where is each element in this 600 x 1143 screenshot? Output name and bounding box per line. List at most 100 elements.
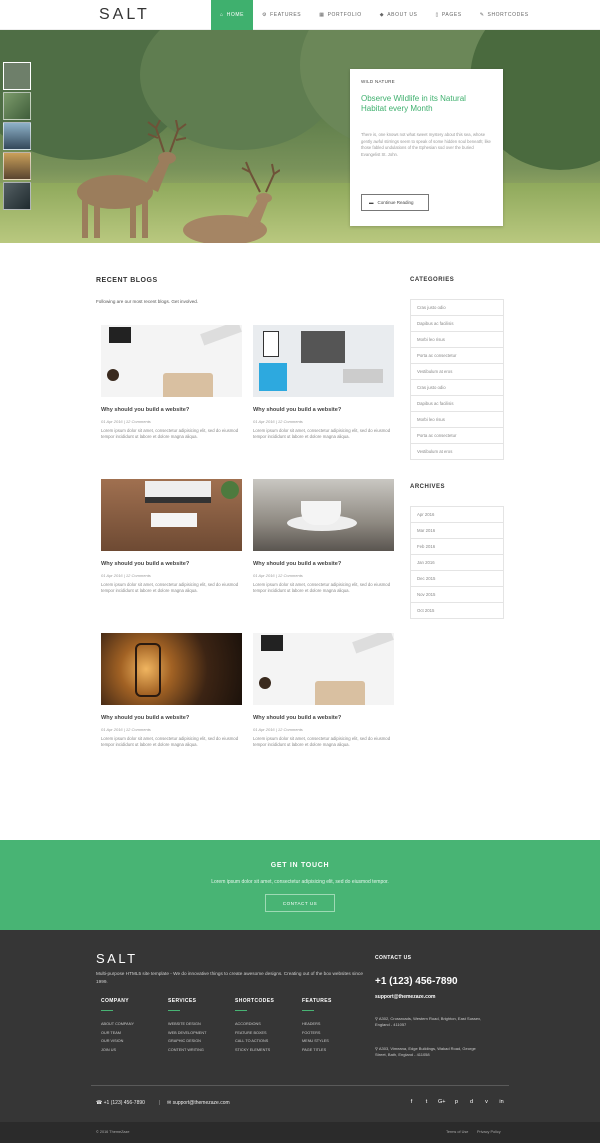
archive-item[interactable]: Apr 2016: [410, 507, 504, 523]
footer-link[interactable]: STICKY ELEMENTS: [235, 1046, 295, 1055]
hero-title[interactable]: Observe Wildlife in its Natural Habitat …: [361, 94, 492, 114]
footer-link[interactable]: JOIN US: [101, 1046, 161, 1055]
archive-item[interactable]: Nov 2015: [410, 587, 504, 603]
phone-shape: [261, 635, 283, 651]
blog-card-image[interactable]: [253, 633, 394, 705]
footer-bottom-email[interactable]: ✉ support@themezaze.com: [167, 1100, 230, 1106]
footer-column-title: FEATURES: [302, 998, 332, 1004]
nav-shortcodes[interactable]: ✎ SHORTCODES: [471, 0, 538, 30]
google-plus-icon[interactable]: G+: [438, 1099, 446, 1105]
facebook-icon[interactable]: f: [408, 1099, 415, 1105]
slider-thumb[interactable]: [3, 182, 31, 210]
footer-phone[interactable]: +1 (123) 456-7890: [375, 976, 458, 987]
blog-card-image[interactable]: [101, 633, 242, 705]
category-item[interactable]: Dapibus ac facilisis: [410, 316, 504, 332]
category-item[interactable]: Morbi leo risus: [410, 412, 504, 428]
footer-link[interactable]: CALL TO ACTIONS: [235, 1037, 295, 1046]
continue-reading-button[interactable]: ▬ Continue Reading: [361, 194, 429, 211]
title-underline: [302, 1010, 314, 1011]
laptop-shape: [163, 373, 213, 397]
slider-thumb[interactable]: [3, 62, 31, 90]
slider-thumb[interactable]: [3, 122, 31, 150]
footer-contact-title: CONTACT US: [375, 955, 412, 961]
get-in-touch-section: GET IN TOUCH Lorem ipsum dolor sit amet,…: [0, 840, 600, 930]
category-item[interactable]: Porta ac consectetur: [410, 348, 504, 364]
footer-column-title: COMPANY: [101, 998, 129, 1004]
archive-item[interactable]: Jan 2016: [410, 555, 504, 571]
archive-item[interactable]: Mar 2016: [410, 523, 504, 539]
category-item[interactable]: Vestibulum at eros: [410, 444, 504, 460]
footer-link[interactable]: ABOUT COMPANY: [101, 1020, 161, 1029]
blog-card-title[interactable]: Why should you build a website?: [101, 715, 242, 721]
contact-us-button[interactable]: CONTACT US: [265, 894, 335, 912]
footer-link[interactable]: ACCORDIONS: [235, 1020, 295, 1029]
blog-card-title[interactable]: Why should you build a website?: [101, 407, 242, 413]
blog-card-title[interactable]: Why should you build a website?: [253, 561, 394, 567]
terms-link[interactable]: Terms of Use: [446, 1130, 468, 1134]
category-item[interactable]: Dapibus ac facilisis: [410, 396, 504, 412]
slider-thumb[interactable]: [3, 92, 31, 120]
linkedin-icon[interactable]: in: [498, 1099, 505, 1105]
twitter-icon[interactable]: t: [423, 1099, 430, 1105]
blog-card-title[interactable]: Why should you build a website?: [253, 407, 394, 413]
nav-features[interactable]: ⚙ FEATURES: [253, 0, 310, 30]
blog-card-image[interactable]: [253, 479, 394, 551]
footer-logo[interactable]: SALT: [96, 951, 138, 966]
lantern-shape: [135, 643, 161, 697]
title-underline: [168, 1010, 180, 1011]
archive-item[interactable]: Oct 2015: [410, 603, 504, 619]
footer-link[interactable]: FEATURE BOXES: [235, 1029, 295, 1038]
pinterest-icon[interactable]: p: [453, 1099, 460, 1105]
site-footer: SALT Multi-purpose HTML5 site template -…: [0, 930, 600, 1143]
footer-link[interactable]: PAGE TITLES: [302, 1046, 362, 1055]
blog-card-image[interactable]: [101, 479, 242, 551]
category-item[interactable]: Cras justo odio: [410, 380, 504, 396]
footer-link[interactable]: WEBSITE DESIGN: [168, 1020, 228, 1029]
blog-card-excerpt: Lorem ipsum dolor sit amet, consectetur …: [253, 582, 391, 594]
nav-home[interactable]: ⌂ HOME: [211, 0, 254, 30]
footer-link[interactable]: CONTENT WRITING: [168, 1046, 228, 1055]
footer-link[interactable]: OUR VISION: [101, 1037, 161, 1046]
laptop-shape: [315, 681, 365, 705]
blog-card: Why should you build a website? 01 Apr 2…: [253, 633, 394, 749]
blog-card-image[interactable]: [101, 325, 242, 397]
footer-link[interactable]: HEADERS: [302, 1020, 362, 1029]
title-underline: [101, 1010, 113, 1011]
category-item[interactable]: Porta ac consectetur: [410, 428, 504, 444]
nav-pages[interactable]: ▯ PAGES: [427, 0, 471, 30]
nav-label: HOME: [226, 12, 245, 18]
plant-shape: [221, 481, 239, 499]
footer-link[interactable]: FOOTERS: [302, 1029, 362, 1038]
archive-item[interactable]: Feb 2016: [410, 539, 504, 555]
dribbble-icon[interactable]: d: [468, 1099, 475, 1105]
footer-column-company: COMPANY ABOUT COMPANY OUR TEAM OUR VISIO…: [101, 998, 161, 1054]
footer-column-title: SHORTCODES: [235, 998, 275, 1004]
laptop-shape: [301, 331, 345, 363]
footer-link[interactable]: MENU STYLES: [302, 1037, 362, 1046]
note-shape: [259, 363, 287, 391]
slider-thumb[interactable]: [3, 152, 31, 180]
footer-email[interactable]: support@themezaze.com: [375, 994, 435, 1000]
archives-list: Apr 2016 Mar 2016 Feb 2016 Jan 2016 Dec …: [410, 506, 504, 619]
blog-card-title[interactable]: Why should you build a website?: [253, 715, 394, 721]
footer-link[interactable]: GRAPHIC DESIGN: [168, 1037, 228, 1046]
vimeo-icon[interactable]: v: [483, 1099, 490, 1105]
categories-heading: CATEGORIES: [410, 277, 455, 283]
site-logo[interactable]: SALT: [99, 6, 150, 24]
privacy-link[interactable]: Privacy Policy: [477, 1130, 501, 1134]
cup-shape: [301, 501, 341, 525]
nav-about-us[interactable]: ◆ ABOUT US: [371, 0, 427, 30]
footer-address: ⚲ A303, Vimeana, Edge Buildings, Wakad R…: [375, 1046, 485, 1058]
category-item[interactable]: Morbi leo risus: [410, 332, 504, 348]
blog-card-image[interactable]: [253, 325, 394, 397]
archive-item[interactable]: Dec 2015: [410, 571, 504, 587]
category-item[interactable]: Vestibulum at eros: [410, 364, 504, 380]
footer-link[interactable]: WEB DEVELOPMENT: [168, 1029, 228, 1038]
blog-card-title[interactable]: Why should you build a website?: [101, 561, 242, 567]
nav-portfolio[interactable]: ▦ PORTFOLIO: [310, 0, 371, 30]
blog-card-meta: 01 Apr 2016 | 12 Comments: [253, 727, 303, 732]
footer-bottom-phone[interactable]: ☎ +1 (123) 456-7890: [96, 1100, 145, 1106]
category-item[interactable]: Cras justo odio: [410, 300, 504, 316]
footer-link[interactable]: OUR TEAM: [101, 1029, 161, 1038]
blog-card-meta: 01 Apr 2016 | 12 Comments: [101, 573, 151, 578]
